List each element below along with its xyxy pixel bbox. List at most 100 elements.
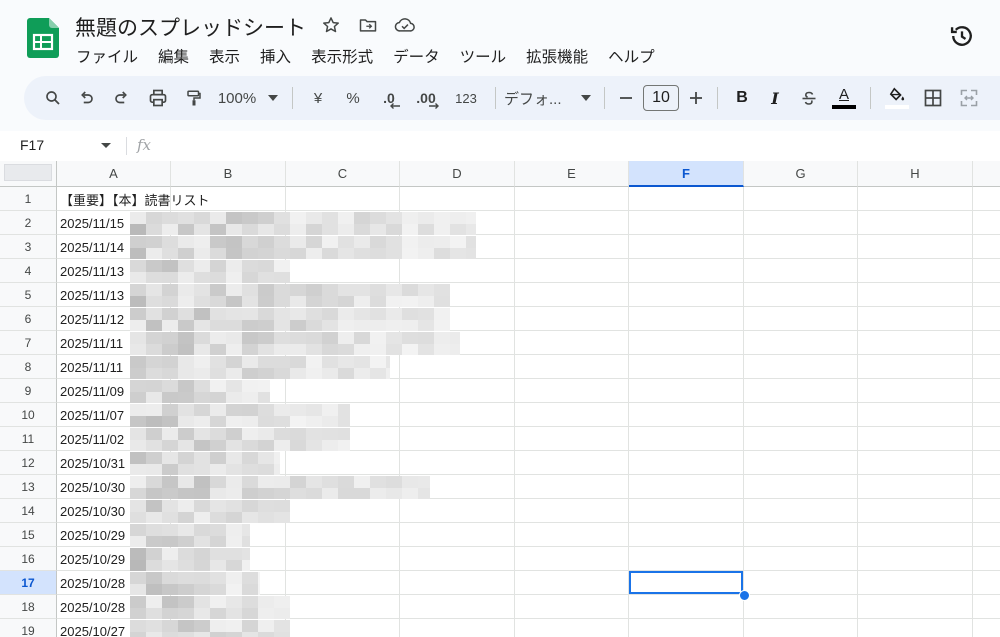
merge-cells-icon[interactable]	[951, 82, 987, 114]
column-header-h[interactable]: H	[858, 161, 973, 187]
zoom-chevron-down-icon[interactable]	[262, 82, 284, 114]
row-header-8[interactable]: 8	[0, 355, 57, 379]
menu-data[interactable]: データ	[393, 45, 440, 67]
menu-extensions[interactable]: 拡張機能	[526, 45, 588, 67]
cell-a9[interactable]: 2025/11/09	[60, 379, 124, 403]
cell-a18[interactable]: 2025/10/28	[60, 595, 125, 619]
cell-a13[interactable]: 2025/10/30	[60, 475, 125, 499]
redacted-content	[130, 284, 450, 307]
column-header-partial[interactable]	[973, 161, 1000, 187]
increase-font-size-icon[interactable]	[683, 82, 709, 114]
font-chevron-down-icon[interactable]	[576, 82, 596, 114]
more-formats-button[interactable]: 123	[445, 82, 487, 114]
cell-a12[interactable]: 2025/10/31	[60, 451, 125, 475]
increase-decimal-button[interactable]: .00	[407, 82, 445, 114]
row-header-14[interactable]: 14	[0, 499, 57, 523]
search-menus-icon[interactable]	[38, 82, 68, 114]
row-header-3[interactable]: 3	[0, 235, 57, 259]
cell-a2[interactable]: 2025/11/15	[60, 211, 124, 235]
cell-a6[interactable]: 2025/11/12	[60, 307, 124, 331]
cell-a10[interactable]: 2025/11/07	[60, 403, 124, 427]
decrease-font-size-icon[interactable]	[613, 82, 639, 114]
toolbar-divider	[870, 87, 871, 109]
menu-insert[interactable]: 挿入	[260, 45, 291, 67]
cell-a7[interactable]: 2025/11/11	[60, 331, 123, 355]
cell-a14[interactable]: 2025/10/30	[60, 499, 125, 523]
row-header-16[interactable]: 16	[0, 547, 57, 571]
row-header-10[interactable]: 10	[0, 403, 57, 427]
row-header-19[interactable]: 19	[0, 619, 57, 637]
cell-a16[interactable]: 2025/10/29	[60, 547, 125, 571]
italic-button[interactable]: I	[758, 82, 792, 114]
active-cell-selection[interactable]	[629, 571, 743, 594]
fill-color-icon[interactable]	[879, 82, 915, 114]
arrow-right-icon	[429, 103, 439, 109]
row-header-11[interactable]: 11	[0, 427, 57, 451]
column-header-f[interactable]: F	[629, 161, 744, 187]
format-currency-button[interactable]: ¥	[301, 82, 335, 114]
cell-a5[interactable]: 2025/11/13	[60, 283, 124, 307]
row-header-13[interactable]: 13	[0, 475, 57, 499]
column-header-d[interactable]: D	[400, 161, 515, 187]
cell-a15[interactable]: 2025/10/29	[60, 523, 125, 547]
row-header-5[interactable]: 5	[0, 283, 57, 307]
font-size-input[interactable]: 10	[643, 85, 679, 111]
column-header-g[interactable]: G	[744, 161, 858, 187]
cell-a8[interactable]: 2025/11/11	[60, 355, 123, 379]
select-all-corner[interactable]	[0, 161, 57, 187]
document-title[interactable]: 無題のスプレッドシート	[75, 12, 306, 42]
column-header-e[interactable]: E	[515, 161, 629, 187]
row-header-15[interactable]: 15	[0, 523, 57, 547]
decrease-decimal-button[interactable]: .0	[371, 82, 407, 114]
row-header-9[interactable]: 9	[0, 379, 57, 403]
menu-help[interactable]: ヘルプ	[608, 45, 655, 67]
version-history-icon[interactable]	[948, 22, 976, 50]
zoom-select[interactable]: 100%	[212, 82, 262, 114]
text-color-button[interactable]: A	[826, 82, 862, 114]
cell-a19[interactable]: 2025/10/27	[60, 619, 125, 637]
fill-handle[interactable]	[739, 590, 750, 601]
cell-a11[interactable]: 2025/11/02	[60, 427, 124, 451]
row-header-4[interactable]: 4	[0, 259, 57, 283]
fill-color-swatch	[885, 105, 909, 109]
toolbar-divider	[604, 87, 605, 109]
column-header-b[interactable]: B	[171, 161, 286, 187]
strikethrough-icon[interactable]	[792, 82, 826, 114]
toolbar-divider	[495, 87, 496, 109]
row-header-7[interactable]: 7	[0, 331, 57, 355]
menu-edit[interactable]: 編集	[158, 45, 189, 67]
undo-icon[interactable]	[68, 82, 104, 114]
borders-icon[interactable]	[915, 82, 951, 114]
name-box-chevron-down-icon[interactable]	[101, 143, 111, 148]
redacted-content	[130, 260, 290, 283]
row-header-18[interactable]: 18	[0, 595, 57, 619]
sheets-logo-icon[interactable]	[27, 18, 59, 58]
cell-a3[interactable]: 2025/11/14	[60, 235, 124, 259]
column-header-a[interactable]: A	[57, 161, 171, 187]
row-header-6[interactable]: 6	[0, 307, 57, 331]
column-header-c[interactable]: C	[286, 161, 400, 187]
menu-format[interactable]: 表示形式	[311, 45, 373, 67]
row-header-17[interactable]: 17	[0, 571, 57, 595]
formula-divider	[126, 137, 127, 155]
menu-file[interactable]: ファイル	[76, 45, 138, 67]
cell-a4[interactable]: 2025/11/13	[60, 259, 124, 283]
star-icon[interactable]	[320, 14, 342, 36]
format-percent-button[interactable]: %	[335, 82, 371, 114]
cloud-saved-icon[interactable]	[394, 14, 416, 36]
redo-icon[interactable]	[104, 82, 140, 114]
move-to-folder-icon[interactable]	[357, 14, 379, 36]
cell-a17[interactable]: 2025/10/28	[60, 571, 125, 595]
cell-a1-sheet-title[interactable]: 【重要】【本】読書リスト	[60, 187, 210, 211]
print-icon[interactable]	[140, 82, 176, 114]
row-header-2[interactable]: 2	[0, 211, 57, 235]
row-header-1[interactable]: 1	[0, 187, 57, 211]
spreadsheet-grid[interactable]: A B C D E F G H 1 【重要】【本】読書リスト 2 2025/11/15 3 2025/11…	[0, 161, 1000, 637]
paint-format-icon[interactable]	[176, 82, 212, 114]
font-family-select[interactable]: デフォ...	[504, 82, 576, 114]
name-box[interactable]: F17	[20, 137, 44, 153]
row-header-12[interactable]: 12	[0, 451, 57, 475]
menu-view[interactable]: 表示	[209, 45, 240, 67]
bold-button[interactable]: B	[726, 82, 758, 114]
menu-tools[interactable]: ツール	[460, 45, 507, 67]
